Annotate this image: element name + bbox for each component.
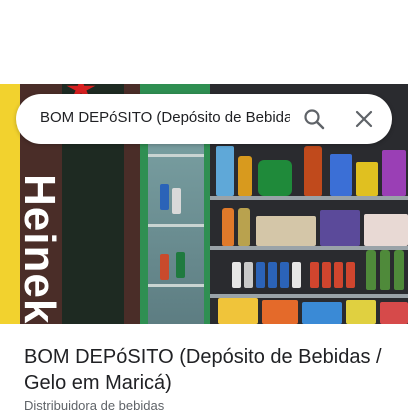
can <box>346 262 355 288</box>
product-row <box>256 216 316 246</box>
product-row <box>320 210 360 246</box>
display-glass <box>216 146 234 196</box>
search-icon[interactable] <box>302 107 326 131</box>
can <box>232 262 241 288</box>
place-title: BOM DEPóSITO (Depósito de Bebidas / Gelo… <box>24 346 382 394</box>
bottle <box>222 208 234 246</box>
search-input[interactable]: BOM DEPóSITO (Depósito de Bebidas <box>40 109 290 126</box>
snack-bag <box>380 302 408 324</box>
can <box>268 262 277 288</box>
snack-bag <box>218 298 258 324</box>
ice-bucket <box>258 160 292 196</box>
can <box>256 262 265 288</box>
bottle <box>366 250 376 290</box>
brand-logo-text: Heineken <box>15 174 64 324</box>
product-box <box>356 162 378 196</box>
shelf <box>210 196 408 200</box>
product-box <box>382 150 406 196</box>
bottle <box>238 208 250 246</box>
can <box>244 262 253 288</box>
bottle <box>304 146 322 196</box>
shelf <box>210 246 408 250</box>
product-box <box>330 154 352 196</box>
snack-bag <box>262 300 298 324</box>
snack-bag <box>302 302 342 324</box>
fridge-can <box>160 184 169 210</box>
fridge-can <box>176 252 185 278</box>
bottle <box>394 250 404 290</box>
bottle <box>238 156 252 196</box>
bottle <box>380 250 390 290</box>
search-bar[interactable]: BOM DEPóSITO (Depósito de Bebidas <box>16 94 392 144</box>
can <box>280 262 289 288</box>
fridge-shelf <box>148 224 204 227</box>
product-row <box>364 214 408 246</box>
close-icon[interactable] <box>352 107 376 131</box>
fridge-can <box>172 188 181 214</box>
fridge-can <box>160 254 169 280</box>
fridge-shelf <box>148 284 204 287</box>
can <box>310 262 319 288</box>
place-category: Distribuidora de bebidas <box>24 398 165 413</box>
snack-bag <box>346 300 376 324</box>
can <box>292 262 301 288</box>
fridge-shelf <box>148 154 204 157</box>
can <box>322 262 331 288</box>
can <box>334 262 343 288</box>
